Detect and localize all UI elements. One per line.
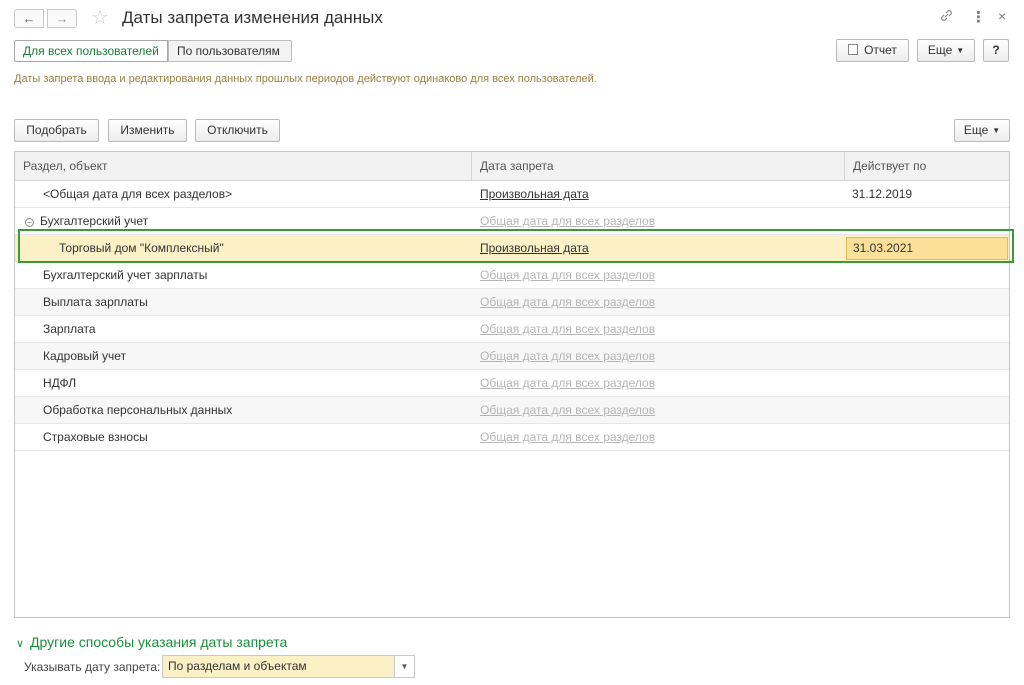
dropdown-arrow-icon[interactable]: ▼	[394, 656, 414, 677]
table-row[interactable]: Кадровый учет Общая дата для всех раздел…	[15, 343, 1009, 370]
valid-until	[852, 370, 1002, 396]
other-methods-toggle[interactable]: ∨ Другие способы указания даты запрета	[16, 634, 287, 650]
date-type-link[interactable]: Общая дата для всех разделов	[480, 403, 655, 417]
row-name: Выплата зарплаты	[43, 295, 148, 309]
date-method-label: Указывать дату запрета:	[24, 660, 161, 674]
arrow-right-icon: →	[55, 11, 69, 26]
column-header-valid-until[interactable]: Действует по	[845, 152, 1009, 181]
date-type-link[interactable]: Произвольная дата	[480, 241, 589, 255]
valid-until: 31.12.2019	[852, 187, 913, 201]
valid-until	[852, 316, 1002, 342]
row-name: Кадровый учет	[43, 349, 127, 363]
valid-until-input[interactable]: 31.03.2021	[846, 237, 1008, 260]
row-name: Обработка персональных данных	[43, 403, 233, 417]
valid-until	[852, 262, 1002, 288]
date-type-link[interactable]: Общая дата для всех разделов	[480, 268, 655, 282]
valid-until	[852, 397, 1002, 423]
disable-button[interactable]: Отключить	[195, 119, 280, 142]
row-name: Бухгалтерский учет	[40, 214, 149, 228]
arrow-left-icon: ←	[22, 11, 36, 26]
column-header-section[interactable]: Раздел, объект	[15, 152, 471, 181]
date-type-link[interactable]: Общая дата для всех разделов	[480, 430, 655, 444]
date-type-link[interactable]: Общая дата для всех разделов	[480, 295, 655, 309]
more-vertical-icon[interactable]: ⋮	[971, 8, 986, 26]
row-name: Зарплата	[43, 322, 96, 336]
table-row[interactable]: Обработка персональных данных Общая дата…	[15, 397, 1009, 424]
table-row[interactable]: НДФЛ Общая дата для всех разделов	[15, 370, 1009, 397]
table-row[interactable]: Страховые взносы Общая дата для всех раз…	[15, 424, 1009, 451]
collapse-icon[interactable]: −	[25, 218, 34, 227]
table-more-label: Еще	[963, 123, 989, 137]
table-row-selected[interactable]: Торговый дом "Комплексный" Произвольная …	[15, 235, 1009, 262]
other-methods-title: Другие способы указания даты запрета	[30, 634, 288, 650]
row-name: НДФЛ	[43, 376, 77, 390]
table-more-button[interactable]: Еще ▼	[954, 119, 1010, 142]
valid-until	[852, 289, 1002, 315]
table-header: Раздел, объект Дата запрета Действует по	[15, 152, 1009, 181]
caret-down-icon: ▼	[992, 126, 1001, 135]
chevron-down-icon: ∨	[16, 638, 25, 650]
forward-button[interactable]: →	[47, 9, 77, 28]
table-row[interactable]: <Общая дата для всех разделов> Произволь…	[15, 181, 1009, 208]
link-icon[interactable]	[939, 8, 954, 27]
more-label: Еще	[927, 43, 953, 57]
date-method-select[interactable]: По разделам и объектам ▼	[162, 655, 415, 678]
row-name: Бухгалтерский учет зарплаты	[43, 268, 208, 282]
row-name: <Общая дата для всех разделов>	[43, 187, 233, 201]
star-icon[interactable]: ☆	[91, 6, 109, 30]
valid-until	[852, 424, 1002, 450]
date-type-link[interactable]: Общая дата для всех разделов	[480, 214, 655, 228]
table-row[interactable]: Зарплата Общая дата для всех разделов	[15, 316, 1009, 343]
report-icon	[848, 44, 859, 55]
more-button[interactable]: Еще ▼	[917, 39, 975, 62]
date-method-value: По разделам и объектам	[168, 659, 307, 673]
table-row[interactable]: Выплата зарплаты Общая дата для всех раз…	[15, 289, 1009, 316]
caret-down-icon: ▼	[956, 46, 965, 55]
tab-all-users[interactable]: Для всех пользователей	[14, 40, 168, 62]
valid-until	[852, 343, 1002, 369]
date-type-link[interactable]: Произвольная дата	[480, 187, 589, 201]
table-row[interactable]: − Бухгалтерский учет Общая дата для всех …	[15, 208, 1009, 235]
tab-by-users[interactable]: По пользователям	[168, 40, 292, 62]
close-icon[interactable]: ×	[998, 8, 1006, 24]
column-header-date[interactable]: Дата запрета	[472, 152, 844, 181]
table-row[interactable]: Бухгалтерский учет зарплаты Общая дата д…	[15, 262, 1009, 289]
help-button[interactable]: ?	[983, 39, 1009, 62]
select-button[interactable]: Подобрать	[14, 119, 99, 142]
date-type-link[interactable]: Общая дата для всех разделов	[480, 322, 655, 336]
change-button[interactable]: Изменить	[108, 119, 187, 142]
dates-table: Раздел, объект Дата запрета Действует по…	[14, 151, 1010, 618]
page-title: Даты запрета изменения данных	[122, 8, 383, 27]
date-type-link[interactable]: Общая дата для всех разделов	[480, 349, 655, 363]
back-button[interactable]: ←	[14, 9, 44, 28]
report-label: Отчет	[864, 43, 897, 57]
date-type-link[interactable]: Общая дата для всех разделов	[480, 376, 655, 390]
row-name: Страховые взносы	[43, 430, 148, 444]
info-hint: Даты запрета ввода и редактирования данн…	[14, 73, 597, 85]
report-button[interactable]: Отчет	[836, 39, 909, 62]
valid-until	[852, 208, 1002, 234]
row-name: Торговый дом "Комплексный"	[59, 241, 224, 255]
